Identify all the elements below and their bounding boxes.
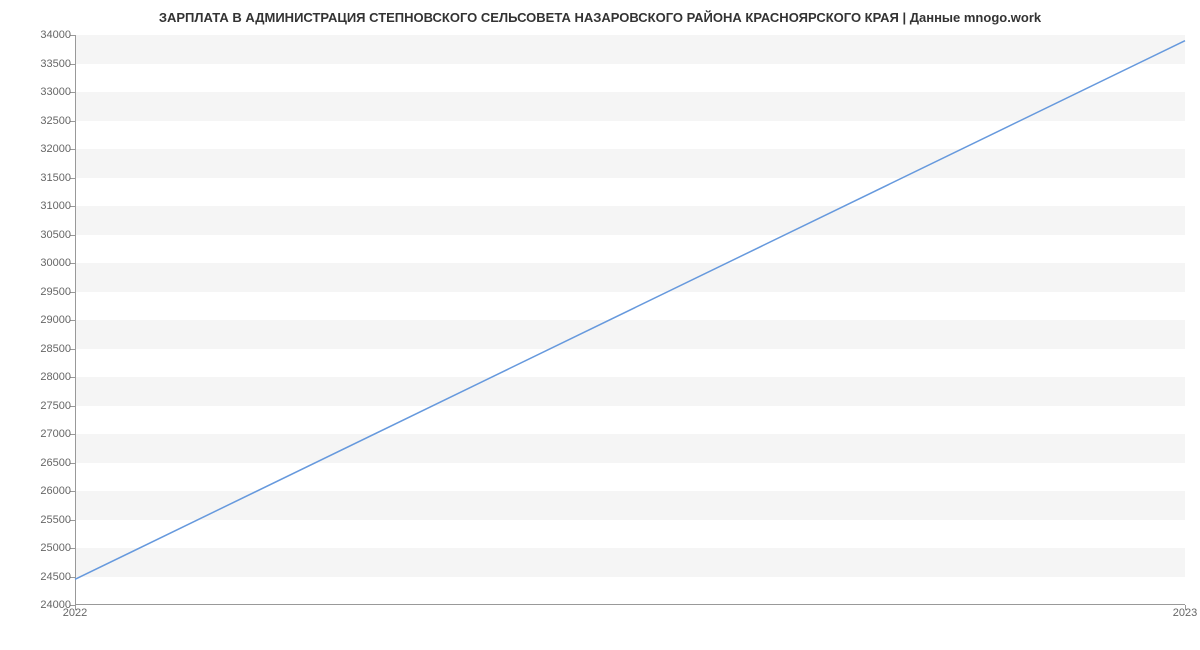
chart-line-series	[75, 35, 1185, 605]
y-tick-label: 30500	[40, 229, 71, 241]
x-tick-label: 2023	[1173, 607, 1197, 619]
y-tick-label: 30000	[40, 257, 71, 269]
y-tick-label: 27000	[40, 428, 71, 440]
y-tick-label: 25500	[40, 514, 71, 526]
y-tick-label: 32500	[40, 115, 71, 127]
x-tick-label: 2022	[63, 607, 87, 619]
y-tick-label: 34000	[40, 29, 71, 41]
y-tick-label: 27500	[40, 400, 71, 412]
y-tick-label: 31000	[40, 200, 71, 212]
x-axis-labels: 20222023	[75, 607, 1185, 623]
y-tick-label: 32000	[40, 143, 71, 155]
y-tick-label: 28500	[40, 343, 71, 355]
y-tick-label: 25000	[40, 542, 71, 554]
y-tick-label: 28000	[40, 371, 71, 383]
y-tick-label: 33500	[40, 58, 71, 70]
chart-plot-area: 2400024500250002550026000265002700027500…	[75, 35, 1185, 605]
y-tick-label: 26000	[40, 485, 71, 497]
y-tick-label: 26500	[40, 457, 71, 469]
y-tick-label: 29000	[40, 314, 71, 326]
y-tick-label: 31500	[40, 172, 71, 184]
y-tick-label: 24500	[40, 571, 71, 583]
chart-title: ЗАРПЛАТА В АДМИНИСТРАЦИЯ СТЕПНОВСКОГО СЕ…	[0, 0, 1200, 33]
y-axis-labels: 2400024500250002550026000265002700027500…	[35, 35, 71, 605]
y-tick-label: 29500	[40, 286, 71, 298]
y-tick-label: 33000	[40, 86, 71, 98]
